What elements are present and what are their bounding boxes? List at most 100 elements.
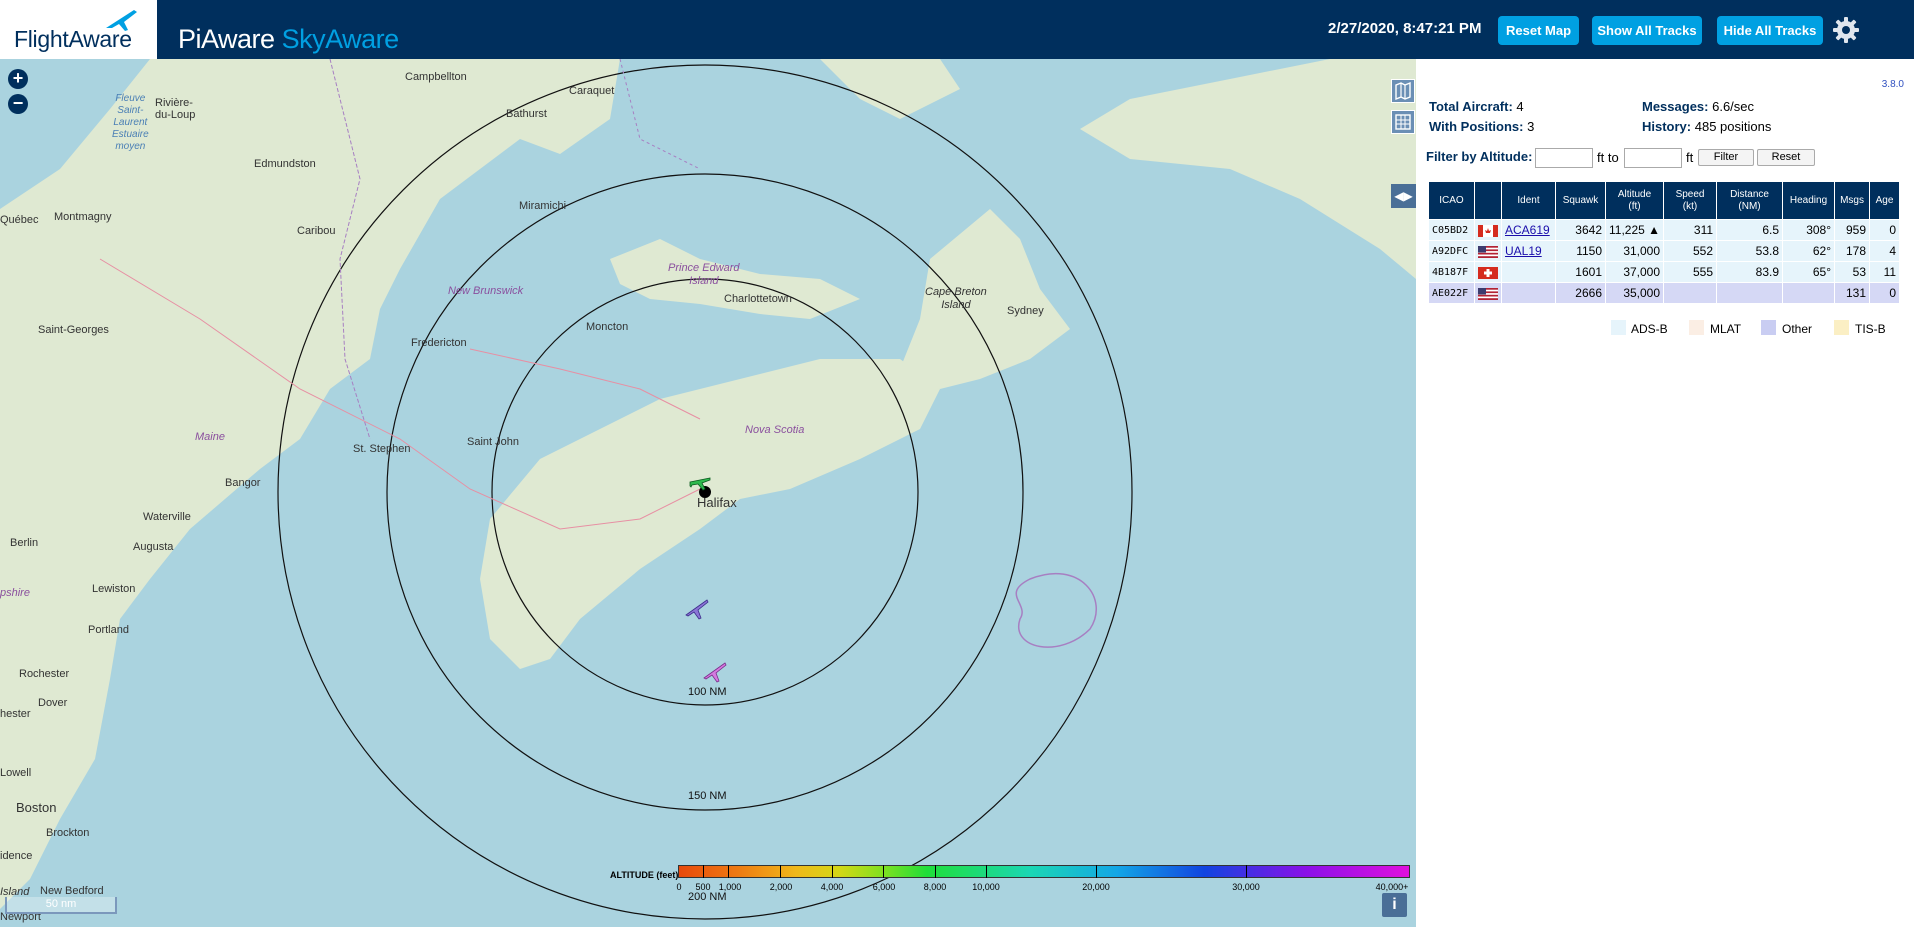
col-heading[interactable]: Heading	[1782, 181, 1836, 220]
aircraft-4b187f-icon[interactable]	[701, 658, 727, 684]
table-row[interactable]: 4B187F 1601 37,000 555 83.9 65° 53 11	[1428, 261, 1901, 283]
ident-link[interactable]: UAL19	[1505, 244, 1542, 258]
cell-ident[interactable]: ACA619	[1501, 219, 1556, 241]
header-bar: FlightAware PiAware SkyAware 2/27/2020, …	[0, 0, 1914, 59]
city-label: Brockton	[46, 827, 90, 839]
total-aircraft-value: 4	[1516, 99, 1524, 114]
panel-toggle-icon[interactable]: ◀▶	[1391, 184, 1416, 208]
city-label: Caraquet	[569, 85, 615, 97]
legend-label-mlat: MLAT	[1710, 322, 1742, 336]
clock: 2/27/2020, 8:47:21 PM	[1328, 20, 1482, 37]
altitude-tick	[1096, 865, 1097, 878]
cell-ident	[1501, 282, 1556, 304]
version-label: 3.8.0	[1881, 79, 1904, 90]
cell-age: 4	[1869, 240, 1901, 262]
region-label: Nova Scotia	[745, 424, 805, 436]
cell-icao: AE022F	[1428, 282, 1475, 304]
show-all-tracks-button[interactable]: Show All Tracks	[1592, 16, 1702, 45]
cell-distance: 6.5	[1716, 219, 1784, 241]
cell-squawk: 3642	[1555, 219, 1606, 241]
flightaware-logo[interactable]: FlightAware	[0, 0, 157, 59]
region-label: Maine	[195, 431, 225, 443]
reset-filter-button[interactable]: Reset	[1757, 149, 1815, 166]
ident-link[interactable]: ACA619	[1505, 223, 1550, 237]
flag-canada-icon	[1474, 219, 1502, 241]
cell-ident[interactable]: UAL19	[1501, 240, 1556, 262]
altitude-tick	[728, 865, 729, 878]
col-icao[interactable]: ICAO	[1428, 181, 1475, 220]
city-label: Bathurst	[506, 108, 547, 120]
altitude-min-input[interactable]	[1535, 148, 1593, 168]
city-label: New Bedford	[40, 885, 104, 897]
aircraft-table: ICAO Ident Squawk Altitude (ft) Speed (k…	[1428, 181, 1901, 304]
gear-icon[interactable]	[1831, 15, 1861, 45]
altitude-label: 4,000	[820, 882, 844, 892]
filter-to-label: ft to	[1597, 150, 1619, 165]
flag-us-icon	[1474, 240, 1502, 262]
altitude-tick	[703, 865, 704, 878]
city-label: Fredericton	[411, 337, 467, 349]
cell-altitude: 35,000	[1604, 282, 1665, 304]
map-layers-icon[interactable]	[1391, 79, 1415, 103]
cell-msgs: 178	[1834, 240, 1871, 262]
cell-msgs: 959	[1834, 219, 1871, 241]
grid-icon[interactable]	[1391, 110, 1415, 134]
col-age[interactable]: Age	[1869, 181, 1901, 220]
city-label: idence	[0, 850, 33, 862]
city-label: Charlottetown	[724, 293, 792, 305]
altitude-tick	[780, 865, 781, 878]
map-view[interactable]: Campbellton Caraquet Bathurst Rivière- d…	[0, 59, 1416, 927]
cell-altitude: 31,000	[1604, 240, 1665, 262]
altitude-tick	[883, 865, 884, 878]
col-flag[interactable]	[1474, 181, 1502, 220]
table-row[interactable]: AE022F 2666 35,000 131 0	[1428, 282, 1901, 304]
aircraft-aca619-icon[interactable]	[688, 470, 712, 494]
messages-stat: Messages: 6.6/sec	[1642, 99, 1754, 114]
hide-all-tracks-button[interactable]: Hide All Tracks	[1717, 16, 1823, 45]
zoom-in-button[interactable]: +	[8, 69, 28, 89]
scale-bar: 50 nm	[5, 897, 117, 914]
city-label: Bangor	[225, 477, 261, 489]
flag-us-icon	[1474, 282, 1502, 304]
airplane-logo-icon	[106, 10, 137, 31]
city-label: St. Stephen	[353, 443, 411, 455]
altitude-max-input[interactable]	[1624, 148, 1682, 168]
city-label: Campbellton	[405, 71, 467, 83]
col-altitude[interactable]: Altitude (ft)	[1604, 181, 1665, 220]
table-row[interactable]: C05BD2 ACA619 3642 11,225 ▲ 311 6.5 308°…	[1428, 219, 1901, 241]
col-ident[interactable]: Ident	[1501, 181, 1556, 220]
altitude-label: 30,000	[1232, 882, 1260, 892]
city-label: Edmundston	[254, 158, 316, 170]
altitude-label: 20,000	[1082, 882, 1110, 892]
city-label: Portland	[88, 624, 129, 636]
messages-value: 6.6/sec	[1712, 99, 1755, 114]
history-label: History:	[1642, 119, 1692, 134]
filter-button[interactable]: Filter	[1698, 149, 1754, 166]
cell-icao: 4B187F	[1428, 261, 1475, 283]
legend-swatch-adsb	[1611, 320, 1626, 335]
altitude-gradient-bar	[678, 865, 1410, 878]
legend-swatch-other	[1761, 320, 1776, 335]
range-ring-label-100: 100 NM	[688, 686, 727, 698]
cell-age: 0	[1869, 282, 1901, 304]
aircraft-table-header: ICAO Ident Squawk Altitude (ft) Speed (k…	[1428, 181, 1901, 220]
aircraft-ual19-icon[interactable]	[683, 595, 709, 621]
zoom-out-button[interactable]: −	[8, 94, 28, 114]
table-row[interactable]: A92DFC UAL19 1150 31,000 552 53.8 62° 17…	[1428, 240, 1901, 262]
city-label-halifax: Halifax	[697, 495, 737, 510]
flag-switzerland-icon	[1474, 261, 1502, 283]
altitude-label: 6,000	[872, 882, 896, 892]
col-msgs[interactable]: Msgs	[1834, 181, 1871, 220]
reset-map-button[interactable]: Reset Map	[1498, 16, 1579, 45]
cell-age: 0	[1869, 219, 1901, 241]
city-label: Lewiston	[92, 583, 136, 595]
city-label: Waterville	[143, 511, 191, 523]
cell-distance: 83.9	[1716, 261, 1784, 283]
col-distance[interactable]: Distance (NM)	[1716, 181, 1784, 220]
altitude-tick	[1246, 865, 1247, 878]
col-speed[interactable]: Speed (kt)	[1663, 181, 1718, 220]
aircraft-panel: 3.8.0 Total Aircraft: 4 With Positions: …	[1416, 59, 1914, 927]
col-squawk[interactable]: Squawk	[1555, 181, 1606, 220]
cell-squawk: 1601	[1555, 261, 1606, 283]
range-ring-label-150: 150 NM	[688, 790, 727, 802]
